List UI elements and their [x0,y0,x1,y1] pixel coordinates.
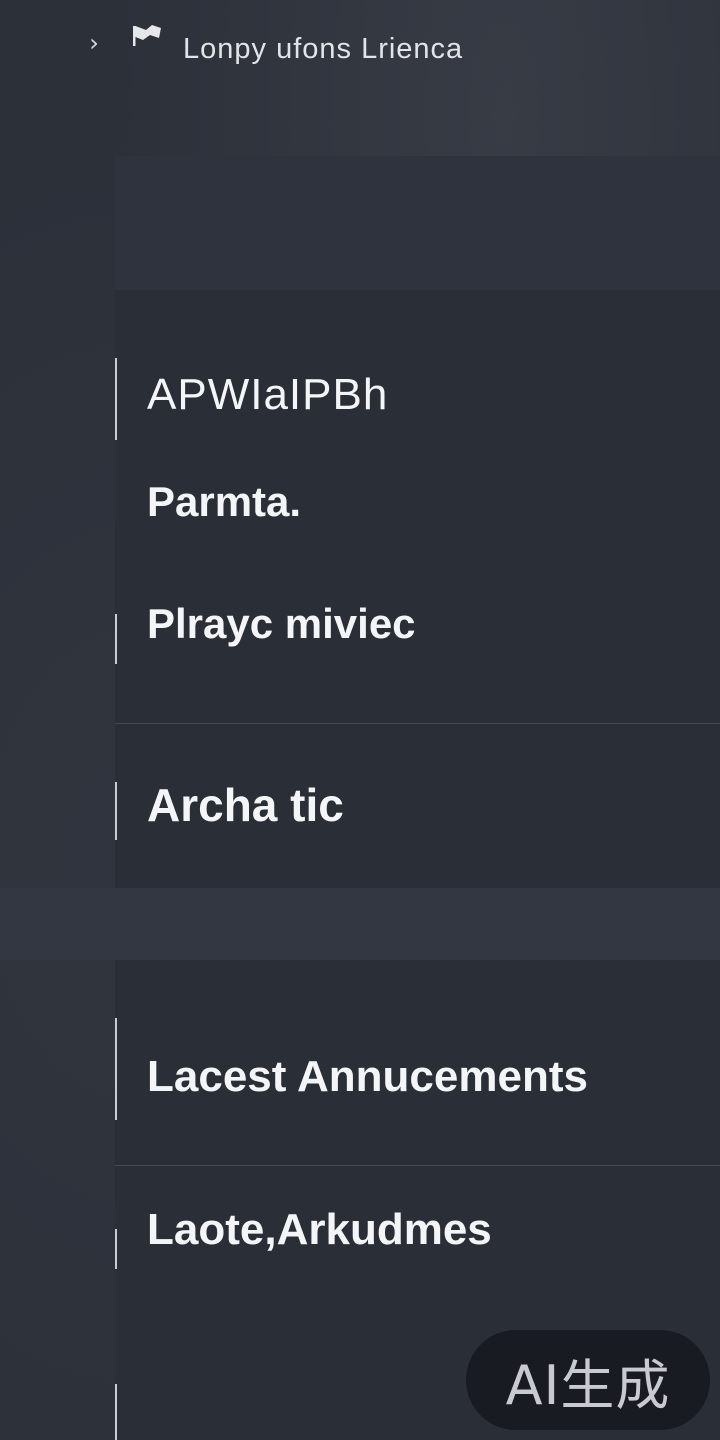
active-indicator [115,1384,117,1440]
announcements-item-label: Laote,Arkudmes [147,1205,492,1254]
announcements-item[interactable]: Lacest Annucements [115,1010,720,1130]
header: › Lonpy ufons Lrienca [0,0,720,110]
chevron-right-icon[interactable]: › [82,28,106,58]
active-indicator [115,782,117,840]
menu-item[interactable]: Plrayc miviec [115,590,720,670]
menu-item-label: Parmta. [147,478,302,525]
menu-item[interactable]: Parmta. [115,470,720,550]
announcements-item-label: Lacest Annucements [147,1052,588,1101]
divider [115,723,720,724]
top-panel [115,156,720,290]
active-indicator [115,1229,117,1269]
section-separator [0,888,720,960]
menu-panel: APWIaIPBh Parmta. Plrayc miviec Archa ti… [115,290,720,888]
watermark-text: AI生成 [505,1353,671,1417]
menu-item[interactable]: Archa tic [115,770,720,850]
menu-item-label: APWIaIPBh [147,370,389,419]
menu-item-label: Plrayc miviec [147,600,416,647]
menu-item[interactable]: APWIaIPBh [115,350,720,440]
active-indicator [115,1018,117,1120]
active-indicator [115,614,117,664]
screen: › Lonpy ufons Lrienca APWIaIPBh Parmta. … [0,0,720,1440]
announcements-item[interactable]: Laote,Arkudmes [115,1195,720,1275]
active-indicator [115,358,117,440]
divider [115,1165,720,1166]
watermark-badge: AI生成 [466,1330,710,1430]
menu-item-label: Archa tic [147,779,344,831]
breadcrumb-title: Lonpy ufons Lrienca [183,33,464,65]
flag-icon [133,25,161,46]
